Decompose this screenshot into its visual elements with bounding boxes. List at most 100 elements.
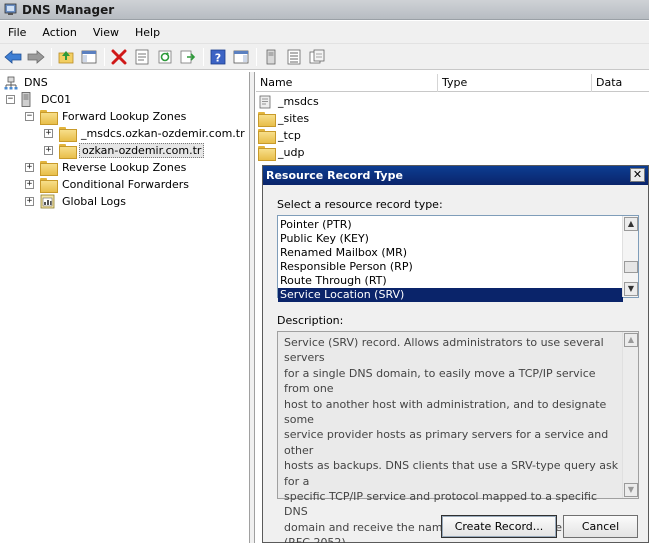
server-icon[interactable] xyxy=(261,47,281,67)
tree-label-conditional-forwarders: Conditional Forwarders xyxy=(62,178,190,191)
record-type-list: Pointer (PTR) Public Key (KEY) Renamed M… xyxy=(278,218,623,302)
collapse-toggle[interactable]: − xyxy=(6,95,15,104)
scroll-down-icon[interactable]: ▼ xyxy=(624,282,638,296)
tree-label-dc01: DC01 xyxy=(41,93,72,106)
expand-toggle[interactable]: + xyxy=(25,163,34,172)
forward-arrow-icon[interactable] xyxy=(26,47,46,67)
tree-label-global-logs: Global Logs xyxy=(62,195,126,208)
create-record-button[interactable]: Create Record... xyxy=(441,515,557,538)
description-label: Description: xyxy=(277,314,344,327)
record-type-option[interactable]: Responsible Person (RP) xyxy=(278,260,623,274)
dns-icon xyxy=(4,76,18,90)
show-hide-tree-icon[interactable] xyxy=(79,47,99,67)
toolbar-separator xyxy=(51,47,52,66)
list-header: Name Type Data xyxy=(256,74,649,92)
collapse-toggle[interactable]: − xyxy=(25,112,34,121)
properties-icon[interactable] xyxy=(132,47,152,67)
toolbar-separator xyxy=(104,47,105,66)
export-list-icon[interactable] xyxy=(178,47,198,67)
delete-icon[interactable] xyxy=(109,47,129,67)
description-line: service provider hosts as primary server… xyxy=(284,428,609,457)
back-arrow-icon[interactable] xyxy=(3,47,23,67)
list-item[interactable]: _msdcs xyxy=(258,93,319,110)
description-line: hosts as backups. DNS clients that use a… xyxy=(284,459,619,488)
list-item-label: _sites xyxy=(278,112,310,125)
tree-item-forward-lookup-zones[interactable]: − Forward Lookup Zones xyxy=(25,108,188,125)
pane-splitter[interactable] xyxy=(250,72,255,543)
zone-folder-icon xyxy=(59,144,77,159)
tree-label-forward-lookup-zones: Forward Lookup Zones xyxy=(62,110,187,123)
expand-toggle[interactable]: + xyxy=(25,197,34,206)
toolbar: ? xyxy=(0,43,649,70)
tree-item-zone-main[interactable]: + ozkan-ozdemir.com.tr xyxy=(44,142,205,159)
record-type-option-selected[interactable]: Service Location (SRV) xyxy=(278,288,623,302)
tree-item-dc01[interactable]: − DC01 xyxy=(6,91,73,108)
resource-record-type-dialog: Resource Record Type ✕ Select a resource… xyxy=(262,165,649,543)
scroll-up-icon[interactable]: ▲ xyxy=(624,333,638,347)
list-item-label: _msdcs xyxy=(278,95,319,108)
list-item[interactable]: _udp xyxy=(258,144,304,161)
list-item[interactable]: _sites xyxy=(258,110,309,127)
record-type-option[interactable]: Renamed Mailbox (MR) xyxy=(278,246,623,260)
close-icon[interactable]: ✕ xyxy=(630,168,645,182)
list-item-label: _udp xyxy=(278,146,305,159)
tree-item-zone-msdcs[interactable]: + _msdcs.ozkan-ozdemir.com.tr xyxy=(44,125,247,142)
svg-text:?: ? xyxy=(215,51,221,64)
menu-view[interactable]: View xyxy=(85,26,127,39)
toolbar-separator xyxy=(203,47,204,66)
help-icon[interactable]: ? xyxy=(208,47,228,67)
event-log-icon xyxy=(40,194,56,209)
scroll-thumb[interactable] xyxy=(624,261,638,273)
tree-item-conditional-forwarders[interactable]: + Conditional Forwarders xyxy=(25,176,191,193)
menu-file[interactable]: File xyxy=(0,26,34,39)
dialog-title-bar: Resource Record Type ✕ xyxy=(263,166,648,185)
list-item[interactable]: _tcp xyxy=(258,127,301,144)
up-folder-icon[interactable] xyxy=(56,47,76,67)
menu-bar: File Action View Help xyxy=(0,21,649,43)
dns-manager-icon xyxy=(4,3,17,16)
record-type-listbox[interactable]: Pointer (PTR) Public Key (KEY) Renamed M… xyxy=(277,215,639,302)
menu-action[interactable]: Action xyxy=(34,26,84,39)
list-icon[interactable] xyxy=(284,47,304,67)
description-scrollbar[interactable]: ▲ ▼ xyxy=(622,332,638,498)
list-item-label: _tcp xyxy=(278,129,301,142)
expand-toggle[interactable]: + xyxy=(44,129,53,138)
refresh-icon[interactable] xyxy=(155,47,175,67)
console-tree: DNS − DC01 − Forward Lookup Zones + _msd… xyxy=(0,72,250,543)
tree-label-zone-msdcs: _msdcs.ozkan-ozdemir.com.tr xyxy=(81,127,245,140)
scroll-up-icon[interactable]: ▲ xyxy=(624,217,638,231)
scroll-down-icon[interactable]: ▼ xyxy=(624,483,638,497)
record-type-option[interactable]: Pointer (PTR) xyxy=(278,218,623,232)
tree-label-zone-main: ozkan-ozdemir.com.tr xyxy=(79,143,205,158)
tree-item-reverse-lookup-zones[interactable]: + Reverse Lookup Zones xyxy=(25,159,188,176)
folder-icon xyxy=(40,161,58,176)
column-header-type[interactable]: Type xyxy=(438,74,592,92)
tree-label-dns: DNS xyxy=(24,76,48,89)
title-bar: DNS Manager xyxy=(0,0,649,20)
column-header-name[interactable]: Name xyxy=(256,74,438,92)
tree-item-dns[interactable]: DNS xyxy=(4,74,50,91)
record-type-option[interactable]: Route Through (RT) xyxy=(278,274,623,288)
description-line: for a single DNS domain, to easily move … xyxy=(284,366,596,396)
zone-folder-icon xyxy=(59,127,77,142)
menu-help[interactable]: Help xyxy=(127,26,168,39)
description-box: Service (SRV) record. Allows administrat… xyxy=(277,331,639,543)
folder-icon xyxy=(258,146,276,161)
folder-icon xyxy=(40,178,58,193)
expand-toggle[interactable]: + xyxy=(25,180,34,189)
record-type-option[interactable]: Public Key (KEY) xyxy=(278,232,623,246)
description-text: Service (SRV) record. Allows administrat… xyxy=(284,335,622,543)
show-hide-action-pane-icon[interactable] xyxy=(231,47,251,67)
dialog-title: Resource Record Type xyxy=(266,169,403,182)
select-record-type-label: Select a resource record type: xyxy=(277,198,443,211)
delegated-zone-icon xyxy=(258,95,274,109)
tree-label-reverse-lookup-zones: Reverse Lookup Zones xyxy=(62,161,187,174)
folder-icon xyxy=(258,112,276,127)
zone-icon[interactable] xyxy=(307,47,327,67)
description-line: Service (SRV) record. Allows administrat… xyxy=(284,336,604,365)
expand-toggle[interactable]: + xyxy=(44,146,53,155)
cancel-button[interactable]: Cancel xyxy=(563,515,638,538)
record-type-scrollbar[interactable]: ▲ ▼ xyxy=(622,216,638,297)
tree-item-global-logs[interactable]: + Global Logs xyxy=(25,193,128,210)
column-header-data[interactable]: Data xyxy=(592,74,649,92)
